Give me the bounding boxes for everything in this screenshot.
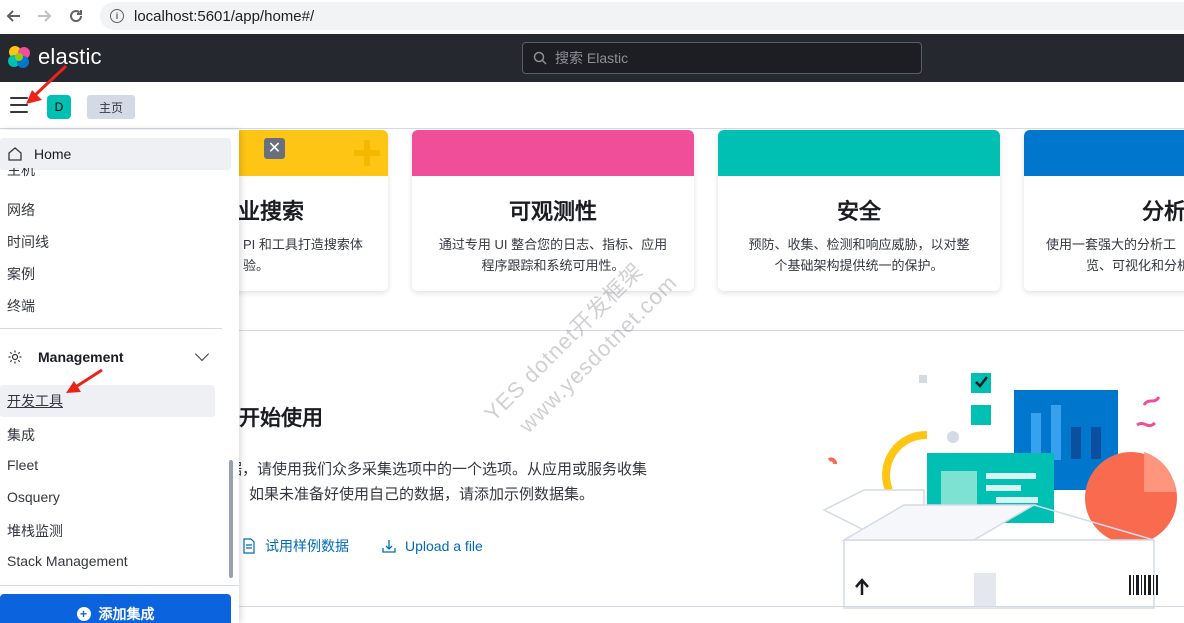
card-banner: ✕	[239, 130, 388, 176]
solution-card-analytics[interactable]: 分析 使用一套强大的分析工 览、可视化和分析	[1024, 130, 1184, 291]
get-started-links: 试用样例数据 Upload a file	[241, 536, 483, 556]
card-banner	[718, 130, 1000, 176]
card-title: 安全	[836, 199, 881, 224]
card-desc-line1: PI 和工具打造搜索体	[243, 237, 363, 252]
sidebar-item-integrations[interactable]: 集成	[7, 425, 35, 445]
card-desc-line1: 使用一套强大的分析工	[1046, 237, 1177, 252]
sidebar-scrollbar[interactable]	[229, 460, 233, 578]
get-started-illustration	[822, 373, 1177, 609]
management-label: Management	[38, 349, 124, 365]
info-icon[interactable]: i	[110, 9, 124, 23]
url-text: localhost:5601/app/home#/	[134, 7, 315, 25]
solution-card-observability[interactable]: 可观测性 通过专用 UI 整合您的日志、指标、应用 程序跟踪和系统可用性。	[412, 130, 694, 291]
add-integrations-label: 添加集成	[98, 606, 155, 622]
get-started-desc-line2: 如果未准备好使用自己的数据，请添加示例数据集。	[249, 486, 595, 503]
sidebar-item-cases[interactable]: 案例	[7, 264, 35, 284]
sidebar-item-fleet[interactable]: Fleet	[7, 457, 38, 473]
sidebar-item-osquery[interactable]: Osquery	[7, 489, 60, 505]
sidebar-item-dev-tools[interactable]: 开发工具	[0, 385, 215, 417]
sidebar-item-stack-monitoring[interactable]: 堆栈监测	[7, 521, 63, 541]
sidebar-item-stack-management[interactable]: Stack Management	[7, 553, 128, 569]
gear-icon	[8, 350, 22, 364]
sidebar-item-endpoints[interactable]: 终端	[7, 296, 35, 316]
side-nav: Home 主机 网络 时间线 案例 终端 Management 开发工具 集成 …	[0, 130, 239, 623]
document-icon	[243, 538, 255, 554]
section-divider	[239, 330, 1184, 331]
global-search-input[interactable]: 搜索 Elastic	[522, 42, 922, 74]
section-divider-bottom	[239, 606, 1184, 607]
address-bar[interactable]: i localhost:5601/app/home#/	[100, 2, 1184, 30]
get-started-desc-line1: 据，请使用我们众多采集选项中的一个选项。从应用或服务收集	[239, 461, 648, 478]
sidebar-divider	[0, 585, 239, 586]
card-desc-line2: 个基础架构提供统一的保护。	[774, 258, 944, 273]
annotation-arrow-icon	[66, 368, 103, 393]
sidebar-item-hosts[interactable]: 主机	[7, 168, 35, 178]
card-desc-line2: 验。	[243, 258, 270, 273]
upload-icon	[382, 540, 396, 553]
top-header: elastic 搜索 Elastic	[0, 34, 1184, 82]
reload-icon[interactable]	[66, 6, 86, 26]
browser-toolbar: i localhost:5601/app/home#/	[0, 0, 1184, 34]
close-icon[interactable]: ✕	[264, 138, 285, 159]
home-icon	[8, 147, 22, 161]
upload-file-link[interactable]: Upload a file	[381, 538, 483, 554]
try-sample-data-label: 试用样例数据	[265, 538, 349, 554]
sidebar-item-network[interactable]: 网络	[7, 200, 35, 220]
sidebar-item-home[interactable]: Home	[0, 138, 231, 170]
upload-file-label: Upload a file	[405, 538, 483, 554]
solution-card-security[interactable]: 安全 预防、收集、检测和响应威胁，以对整 个基础架构提供统一的保护。	[718, 130, 1000, 291]
card-desc-line2: 程序跟踪和系统可用性。	[481, 258, 625, 273]
annotation-arrow-icon	[26, 64, 68, 104]
sidebar-item-label: Home	[34, 146, 72, 162]
card-desc-line1: 通过专用 UI 整合您的日志、指标、应用	[438, 237, 668, 252]
card-desc-line2: 览、可视化和分析	[1086, 258, 1184, 273]
card-title: 可观测性	[508, 199, 597, 224]
card-title: 业搜索	[239, 199, 305, 224]
card-title: 分析	[1142, 199, 1184, 224]
plus-icon: +	[76, 607, 91, 621]
main-content: ✕ 业搜索 PI 和工具打造搜索体 验。 可观测性 通过专用 UI 整合您的日志…	[239, 130, 1184, 623]
chevron-down-icon[interactable]	[194, 346, 210, 362]
get-started-description: 据，请使用我们众多采集选项中的一个选项。从应用或服务收集 如果未准备好使用自己的…	[239, 457, 697, 507]
solution-card-search[interactable]: ✕ 业搜索 PI 和工具打造搜索体 验。	[239, 130, 388, 291]
back-icon[interactable]	[4, 6, 24, 26]
forward-icon[interactable]	[34, 6, 54, 26]
sidebar-divider	[0, 328, 222, 329]
management-group-header[interactable]: Management	[7, 346, 212, 368]
solutions-section: ✕ 业搜索 PI 和工具打造搜索体 验。 可观测性 通过专用 UI 整合您的日志…	[239, 130, 1184, 330]
search-icon	[533, 51, 547, 65]
card-banner	[412, 130, 694, 176]
breadcrumb-bar: D 主页	[0, 82, 1184, 129]
search-placeholder: 搜索 Elastic	[555, 50, 629, 66]
sidebar-item-timeline[interactable]: 时间线	[7, 232, 49, 252]
get-started-title: 开始使用	[239, 407, 323, 430]
try-sample-data-link[interactable]: 试用样例数据	[241, 536, 349, 556]
card-banner	[1024, 130, 1184, 176]
add-integrations-button[interactable]: + 添加集成	[0, 594, 231, 623]
card-desc-line1: 预防、收集、检测和响应威胁，以对整	[748, 237, 970, 252]
breadcrumb[interactable]: 主页	[87, 95, 136, 119]
